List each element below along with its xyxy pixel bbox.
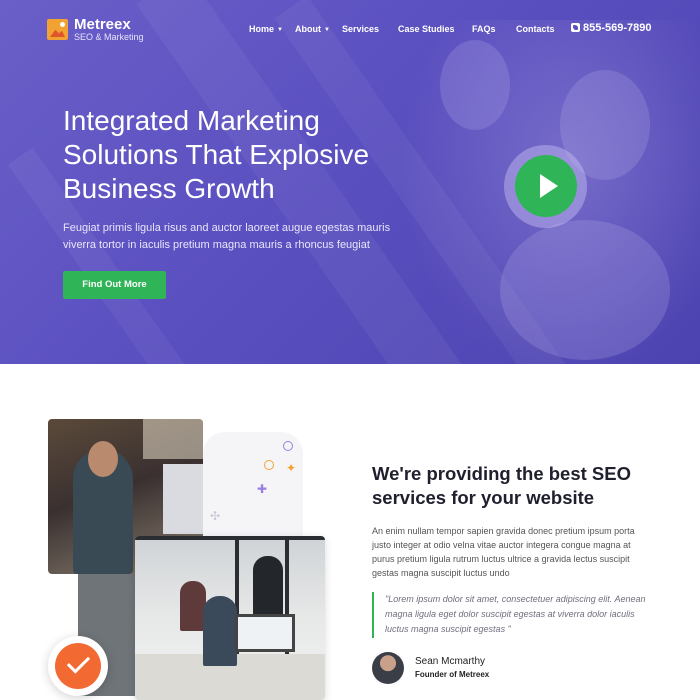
- logo-tagline: SEO & Marketing: [74, 32, 144, 42]
- section-title: We're providing the best SEO services fo…: [372, 463, 631, 508]
- nav-item-about[interactable]: About ▼: [295, 24, 330, 34]
- nav-item-faqs[interactable]: FAQs: [472, 24, 496, 34]
- sparkle-icon: ✚: [257, 482, 268, 496]
- find-out-more-button[interactable]: Find Out More: [63, 271, 166, 299]
- author-name: Sean Mcmarthy: [415, 656, 486, 667]
- section-description: An enim nullam tempor sapien gravida don…: [372, 526, 635, 578]
- phone-number: 855-569-7890: [583, 22, 652, 34]
- author-role: Founder of Metreex: [415, 670, 490, 679]
- nav-item-services[interactable]: Services: [342, 24, 379, 34]
- logo-icon[interactable]: [47, 19, 68, 40]
- check-icon: [55, 643, 101, 689]
- team-photo-2: [135, 536, 325, 700]
- hero-section: Metreex SEO & Marketing Home ▼ About ▼ Ser…: [0, 0, 700, 364]
- hero-background-figure: [500, 220, 670, 360]
- testimonial-quote: "Lorem ipsum dolor sit amet, consectetue…: [372, 592, 647, 638]
- phone-link[interactable]: 855-569-7890: [571, 22, 652, 34]
- avatar: [372, 652, 404, 684]
- chevron-down-icon: ▼: [277, 27, 283, 33]
- sparkle-icon: ✣: [210, 509, 221, 523]
- circle-deco-icon: [264, 460, 274, 470]
- circle-deco-icon: [283, 441, 293, 451]
- play-icon[interactable]: [515, 155, 577, 217]
- phone-icon: [571, 23, 580, 32]
- nav-item-case-studies[interactable]: Case Studies: [398, 24, 455, 34]
- chevron-down-icon: ▼: [324, 27, 330, 33]
- top-navigation: Metreex SEO & Marketing Home ▼ About ▼ Ser…: [0, 0, 700, 60]
- hero-description: Feugiat primis ligula risus and auctor l…: [63, 222, 391, 251]
- sparkle-icon: ✦: [286, 461, 297, 475]
- nav-item-contacts[interactable]: Contacts: [516, 24, 555, 34]
- nav-item-home[interactable]: Home ▼: [249, 24, 283, 34]
- hero-title: Integrated Marketing Solutions That Expl…: [63, 105, 370, 204]
- logo-title[interactable]: Metreex: [74, 16, 131, 33]
